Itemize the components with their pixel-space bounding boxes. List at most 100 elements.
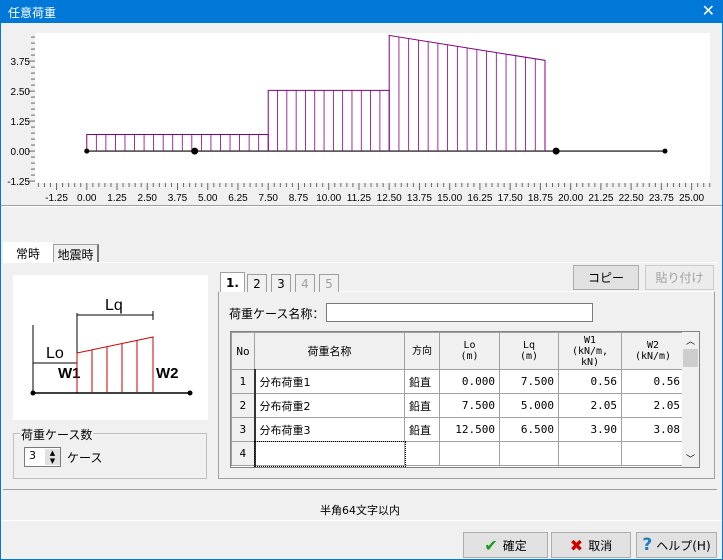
tab-normal[interactable]: 常時 [3, 242, 53, 263]
cancel-button[interactable]: ✖ 取消 [551, 532, 631, 558]
cell-lq[interactable] [499, 441, 559, 466]
spin-arrows-icon[interactable]: ▲ ▼ [45, 449, 60, 465]
cell-w1[interactable]: 2.05 [558, 393, 622, 418]
help-button[interactable]: ? ヘルプ(H) [636, 532, 717, 558]
case-tab-label: 1. [226, 275, 239, 290]
header-text: Lq [522, 340, 536, 351]
table-row: 3 分布荷重3 鉛直 12.500 6.500 3.90 3.08 [231, 417, 685, 442]
x-tick-label: 1.25 [107, 193, 127, 204]
ok-button[interactable]: ✔ 確定 [463, 532, 548, 558]
x-tick-label: 16.25 [467, 193, 492, 204]
cell-no: 2 [231, 393, 256, 418]
cell-dir[interactable]: 鉛直 [404, 369, 440, 394]
load-diagram: Lo Lq W1 W2 [13, 275, 208, 420]
case-count-spinner[interactable]: 3 ▲ ▼ [24, 447, 61, 467]
cell-name[interactable]: 分布荷重1 [254, 369, 405, 394]
case-name-label: 荷重ケース名称： [229, 307, 325, 321]
cell-w2[interactable]: 0.56 [621, 369, 685, 394]
cell-dir[interactable]: 鉛直 [404, 393, 440, 418]
tab-label: 常時 [15, 246, 40, 261]
case-count-label: 荷重ケース数 [20, 426, 94, 443]
case-tab-label: 5 [325, 276, 333, 291]
y-tick-label: 0.00 [11, 147, 31, 158]
load-chart: -1.25 0.00 1.25 2.50 3.75 5.00 6.25 7.50 8.75 10.… [7, 33, 711, 204]
cell-dir[interactable]: 鉛直 [404, 417, 440, 442]
case-tab-1[interactable]: 1. [220, 272, 245, 292]
close-icon[interactable]: ✕ [702, 1, 715, 20]
help-label: ヘルプ(H) [656, 538, 711, 553]
cell-w2[interactable]: 3.08 [621, 417, 685, 442]
x-tick-label: 0.00 [77, 193, 97, 204]
table-scrollbar[interactable]: ︿ ﹀ [682, 332, 699, 467]
lq-label: Lq [105, 297, 123, 314]
case-tab-2[interactable]: 2 [247, 274, 267, 292]
table-row: 1 分布荷重1 鉛直 0.000 7.500 0.56 0.56 [231, 369, 685, 394]
column-header: 方向 [404, 332, 440, 370]
cell-w1[interactable] [558, 441, 622, 466]
x-tick-label: 13.75 [407, 193, 432, 204]
tab-seismic[interactable]: 地震時 [53, 244, 99, 263]
copy-button[interactable]: コピー [573, 265, 639, 290]
copy-label: コピー [587, 271, 624, 285]
status-bar: 半角64文字以内 [1, 497, 722, 521]
cell-name[interactable]: 分布荷重3 [254, 417, 405, 442]
cell-lq[interactable]: 5.000 [499, 393, 559, 418]
x-tick-label: 20.00 [558, 193, 583, 204]
x-tick-label: 10.00 [316, 193, 341, 204]
header-unit: (m) [519, 351, 539, 362]
cell-dir[interactable] [404, 441, 440, 466]
cell-name[interactable]: 分布荷重2 [254, 393, 405, 418]
cell-lo[interactable]: 0.000 [439, 369, 500, 394]
scroll-down-icon[interactable]: ﹀ [686, 452, 695, 465]
x-tick-label: 6.25 [228, 193, 248, 204]
cell-w1[interactable]: 3.90 [558, 417, 622, 442]
cell-w2[interactable]: 2.05 [621, 393, 685, 418]
plot-area [35, 33, 710, 183]
cell-w2[interactable] [621, 441, 685, 466]
x-tick-label: 11.25 [347, 193, 372, 204]
tab-label: 地震時 [57, 247, 94, 262]
cell-lo[interactable]: 7.500 [439, 393, 500, 418]
header-unit: (kN/m, kN) [571, 345, 609, 368]
x-tick-label: 18.75 [528, 193, 553, 204]
case-tab-4[interactable]: 4 [295, 274, 315, 292]
case-count-value: 3 [29, 449, 36, 462]
cell-lo[interactable]: 12.500 [439, 417, 500, 442]
x-tick-label: 25.00 [679, 193, 704, 204]
x-tick-label: 22.50 [619, 193, 644, 204]
paste-button[interactable]: 貼り付け [645, 265, 714, 290]
cross-icon: ✖ [569, 535, 584, 555]
cell-lq[interactable]: 6.500 [499, 417, 559, 442]
header-unit: (kN/m) [634, 351, 672, 362]
scroll-thumb[interactable] [683, 349, 698, 367]
case-tab-label: 4 [301, 276, 309, 291]
load-table-grid: No 荷重名称 方向 Lo (m) Lq (m) W1 (kN/m, kN) W2 (kN/m) 1 分… [230, 331, 700, 468]
y-tick-label: 2.50 [11, 87, 31, 98]
x-tick-label: 8.75 [289, 193, 309, 204]
x-tick-label: 12.50 [377, 193, 402, 204]
x-tick-label: 2.50 [138, 193, 158, 204]
case-name-input[interactable] [326, 303, 593, 322]
header-text: Lo [463, 340, 476, 351]
cell-no: 3 [231, 417, 256, 442]
header-text: 荷重名称 [307, 344, 352, 358]
cell-name[interactable] [253, 440, 406, 467]
column-header: Lq (m) [499, 332, 559, 370]
ok-label: 確定 [502, 538, 527, 553]
x-tick-label: 17.50 [498, 193, 523, 204]
beam-node [662, 148, 668, 154]
header-text: W2 [646, 340, 660, 351]
title-bar: 任意荷重 ✕ [0, 0, 723, 23]
check-icon: ✔ [484, 535, 498, 555]
column-header: Lo (m) [439, 332, 500, 370]
x-tick-label: -1.25 [45, 193, 68, 204]
cell-lq[interactable]: 7.500 [499, 369, 559, 394]
case-tab-5[interactable]: 5 [319, 274, 339, 292]
cell-w1[interactable]: 0.56 [558, 369, 622, 394]
divider [1, 205, 722, 207]
cancel-label: 取消 [588, 538, 613, 553]
case-tab-3[interactable]: 3 [271, 274, 291, 292]
x-tick-label: 23.75 [649, 193, 674, 204]
cell-lo[interactable] [439, 441, 500, 466]
scroll-up-icon[interactable]: ︿ [686, 334, 695, 347]
